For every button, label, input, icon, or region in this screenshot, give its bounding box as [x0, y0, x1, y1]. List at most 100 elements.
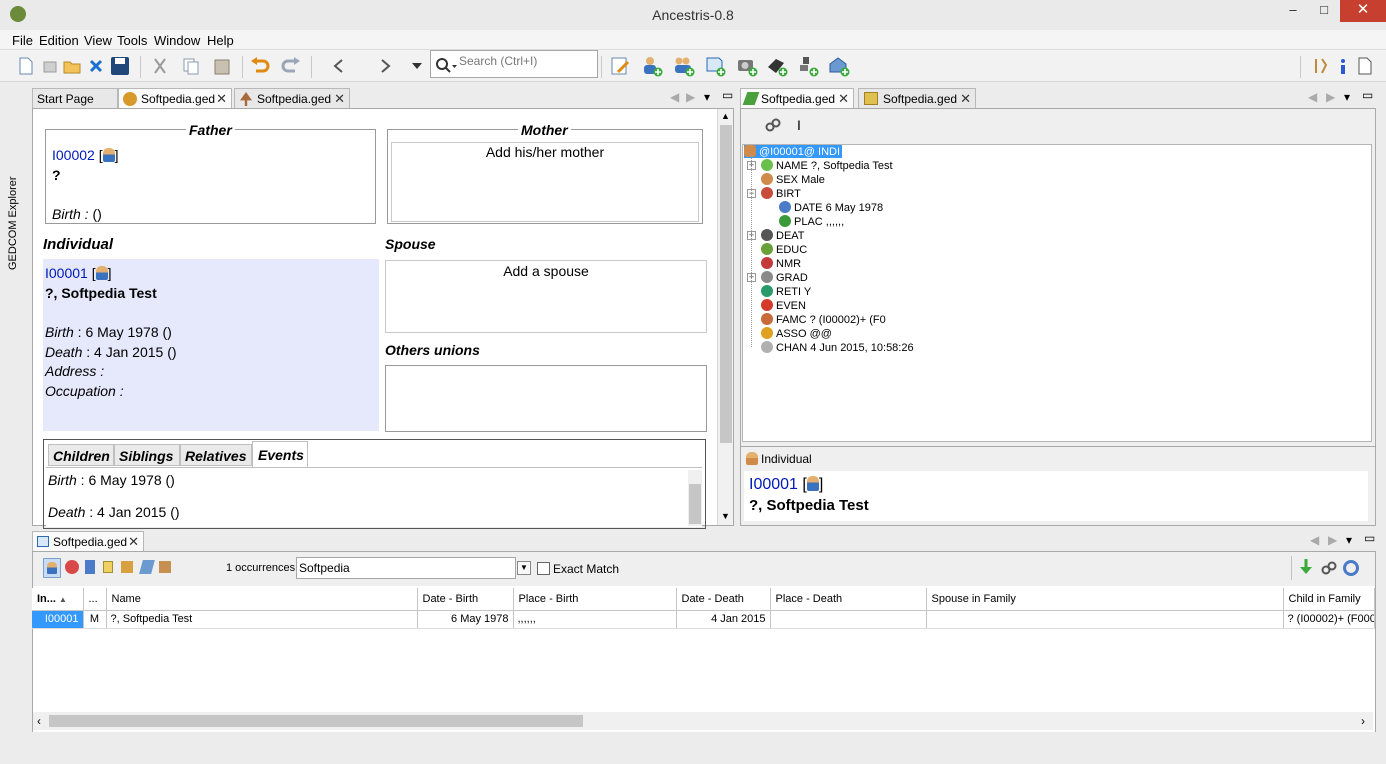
close-file-icon[interactable]: [84, 54, 108, 78]
tree-node[interactable]: EVEN: [761, 299, 806, 312]
tree-node[interactable]: GRAD: [761, 271, 808, 284]
maximize-panel-icon[interactable]: ▭: [1364, 531, 1375, 545]
redo-icon[interactable]: [279, 54, 303, 78]
link-icon[interactable]: [1321, 560, 1337, 576]
maximize-panel-icon[interactable]: ▭: [1362, 88, 1373, 102]
repositories-icon[interactable]: [121, 561, 133, 573]
father-id-link[interactable]: I00002: [52, 147, 95, 163]
tree-node[interactable]: BIRT: [761, 187, 801, 200]
cell-death-date[interactable]: 4 Jan 2015: [676, 610, 771, 629]
editor-scrollbar[interactable]: ▲ ▼: [717, 109, 733, 525]
cell-child-family[interactable]: ? (I00002)+ (F000: [1283, 610, 1375, 629]
search-icon[interactable]: [435, 57, 457, 73]
tree-root-node[interactable]: @I00001@ INDI: [744, 145, 843, 158]
table-row[interactable]: I00001 M ?, Softpedia Test 6 May 1978 ,,…: [32, 610, 1375, 629]
new-genealogy-icon[interactable]: [38, 54, 62, 78]
tree-node[interactable]: NAME ?, Softpedia Test: [761, 159, 893, 172]
add-mother-prompt[interactable]: Add his/her mother: [388, 144, 702, 160]
tab-relatives[interactable]: Relatives: [180, 444, 252, 466]
menu-file[interactable]: File: [12, 33, 33, 48]
column-header-birth-date[interactable]: Date - Birth: [417, 588, 514, 611]
history-dropdown-icon[interactable]: [410, 54, 424, 78]
individual-box[interactable]: I00001 [] ?, Softpedia Test Birth : 6 Ma…: [43, 259, 379, 431]
scroll-thumb[interactable]: [720, 125, 732, 443]
tab-softpedia-editor[interactable]: Softpedia.ged ✕: [118, 88, 232, 108]
add-repository-icon[interactable]: [827, 54, 851, 78]
tab-scroll-right-icon[interactable]: ▶: [686, 90, 695, 104]
save-icon[interactable]: [108, 54, 132, 78]
media-icon[interactable]: [139, 560, 155, 574]
close-tab-icon[interactable]: ✕: [216, 91, 227, 107]
cell-birth-date[interactable]: 6 May 1978: [417, 610, 514, 629]
cell-spouse-family[interactable]: [926, 610, 1284, 629]
search-box[interactable]: Search (Ctrl+I): [430, 50, 598, 78]
search-input[interactable]: Search (Ctrl+I): [459, 54, 537, 68]
menu-window[interactable]: Window: [154, 33, 200, 48]
column-header-sex[interactable]: ...: [83, 588, 107, 611]
events-scrollbar[interactable]: [688, 470, 702, 526]
column-header-name[interactable]: Name: [106, 588, 418, 611]
add-media-icon[interactable]: [735, 54, 759, 78]
submitters-icon[interactable]: [159, 561, 171, 573]
add-individual-icon[interactable]: [640, 54, 664, 78]
filter-input[interactable]: Softpedia: [296, 557, 516, 579]
individual-id-link[interactable]: I00001: [45, 265, 88, 281]
add-spouse-prompt[interactable]: Add a spouse: [386, 263, 706, 279]
download-icon[interactable]: [1299, 558, 1313, 576]
others-unions-box[interactable]: [385, 365, 707, 432]
menu-view[interactable]: View: [84, 33, 112, 48]
cell-birth-place[interactable]: ,,,,,,: [513, 610, 677, 629]
tab-gedcom-source[interactable]: Softpedia.ged ✕: [858, 88, 976, 108]
tab-scroll-right-icon[interactable]: ▶: [1326, 90, 1335, 104]
settings-icon[interactable]: [1343, 560, 1359, 576]
tree-node[interactable]: FAMC ? (I00002)+ (F0: [761, 313, 886, 326]
menu-tools[interactable]: Tools: [117, 33, 147, 48]
minimize-button[interactable]: –: [1278, 0, 1308, 22]
father-box[interactable]: Father I00002 [] ? Birth : (): [45, 122, 376, 224]
scroll-down-icon[interactable]: ▼: [721, 511, 730, 521]
tab-scroll-left-icon[interactable]: ◀: [1310, 533, 1319, 547]
column-header-spouse-family[interactable]: Spouse in Family: [926, 588, 1284, 611]
scroll-right-icon[interactable]: ›: [1361, 714, 1365, 728]
undo-icon[interactable]: [248, 54, 272, 78]
forward-icon[interactable]: [374, 54, 398, 78]
close-window-button[interactable]: ✕: [1340, 0, 1386, 22]
add-note-icon[interactable]: [703, 54, 727, 78]
filter-dropdown-icon[interactable]: ▼: [517, 561, 531, 575]
notes-icon[interactable]: [85, 560, 95, 574]
column-header-birth-place[interactable]: Place - Birth: [513, 588, 677, 611]
close-tab-icon[interactable]: ✕: [334, 91, 345, 107]
tab-events[interactable]: Events: [252, 441, 308, 467]
add-source-icon[interactable]: [765, 54, 789, 78]
cell-sex[interactable]: M: [83, 610, 107, 629]
link-icon[interactable]: [765, 117, 781, 133]
copy-icon[interactable]: [179, 54, 203, 78]
paste-icon[interactable]: [210, 54, 234, 78]
tree-node[interactable]: ASSO @@: [761, 327, 832, 340]
tools-icon[interactable]: [1308, 54, 1332, 78]
scroll-up-icon[interactable]: ▲: [721, 111, 730, 121]
spouse-box[interactable]: Add a spouse: [385, 260, 707, 333]
tab-gedcom-editor[interactable]: Softpedia.ged ✕: [740, 88, 854, 108]
tree-node[interactable]: CHAN 4 Jun 2015, 10:58:26: [761, 341, 914, 354]
tab-list-icon[interactable]: ▾: [1346, 533, 1352, 547]
tab-scroll-right-icon[interactable]: ▶: [1328, 533, 1337, 547]
maximize-button[interactable]: □: [1309, 0, 1339, 22]
tree-node[interactable]: PLAC ,,,,,,: [779, 215, 844, 228]
open-folder-icon[interactable]: [60, 54, 84, 78]
add-family-icon[interactable]: [672, 54, 696, 78]
mother-box[interactable]: Mother Add his/her mother: [387, 122, 703, 224]
filter-individuals-button[interactable]: [43, 558, 61, 578]
tab-siblings[interactable]: Siblings: [114, 444, 180, 466]
cell-id[interactable]: I00001: [32, 610, 84, 629]
close-tab-icon[interactable]: ✕: [838, 91, 849, 107]
preview-id-link[interactable]: I00001: [749, 476, 798, 493]
cell-death-place[interactable]: [770, 610, 927, 629]
tree-node[interactable]: RETI Y: [761, 285, 811, 298]
tab-start-page[interactable]: Start Page: [32, 88, 118, 108]
table-horizontal-scrollbar[interactable]: ‹ ›: [33, 712, 1373, 730]
tab-list-icon[interactable]: ▾: [704, 90, 710, 104]
menu-help[interactable]: Help: [207, 33, 234, 48]
sources-icon[interactable]: [103, 561, 113, 573]
maximize-panel-icon[interactable]: ▭: [722, 88, 733, 102]
